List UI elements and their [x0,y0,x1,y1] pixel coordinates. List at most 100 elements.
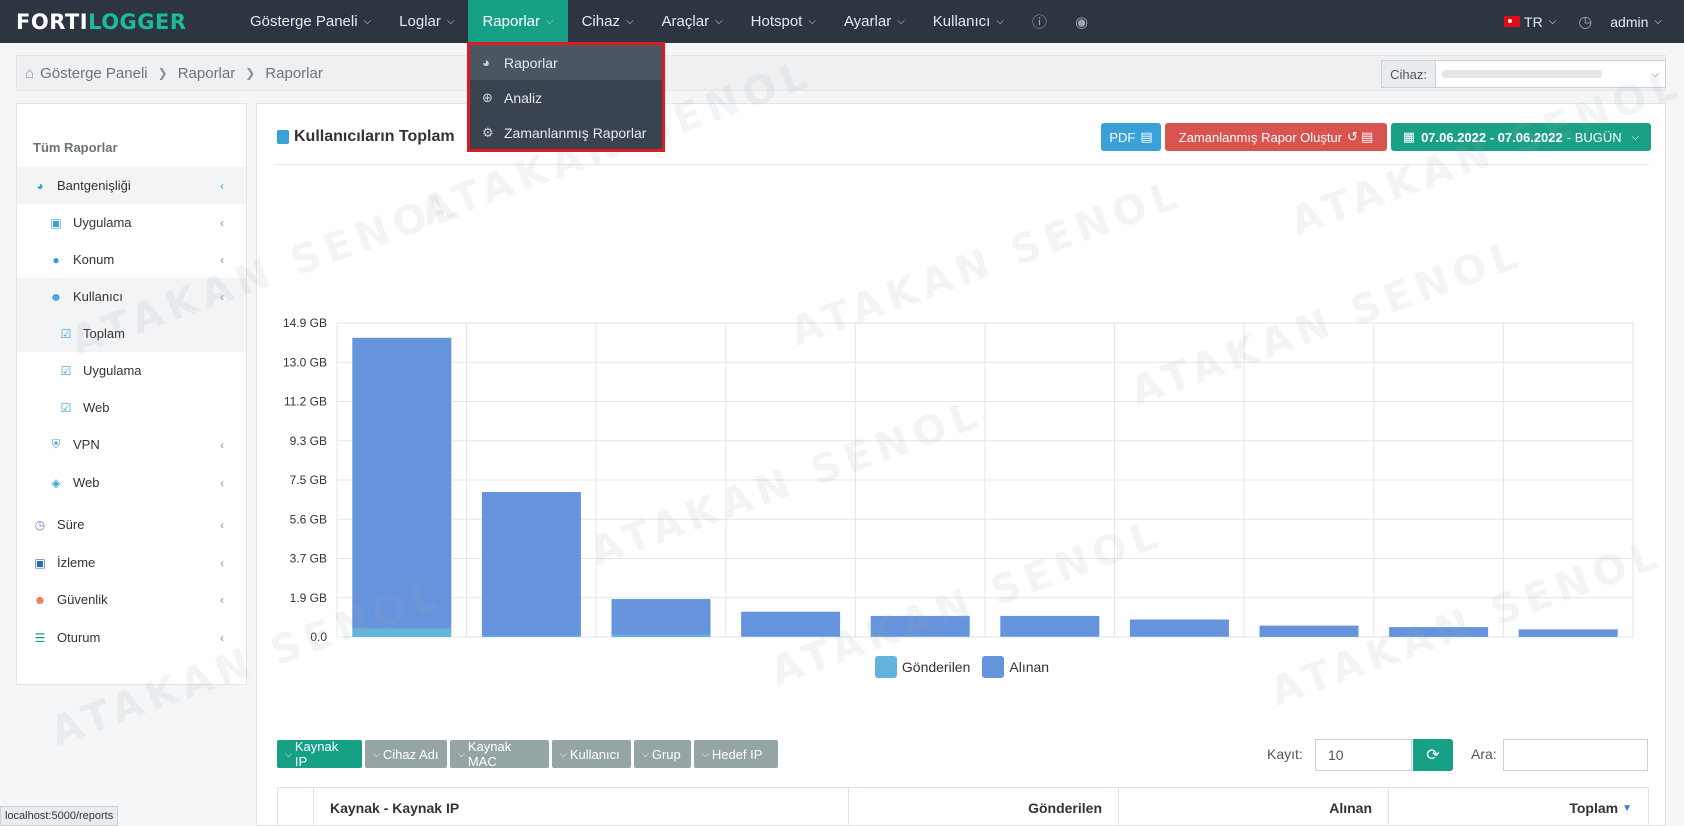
refresh-icon: ⟳ [1426,747,1440,764]
bar-sent [481,635,581,637]
eye-icon[interactable]: ◉ [1061,0,1102,43]
date-range-button[interactable]: ▦ 07.06.2022 - 07.06.2022 - BUGÜN ⌵ [1391,123,1651,151]
sidebar-item-security[interactable]: ☻ Güvenlik ‹ [17,581,246,618]
divider [275,164,1649,165]
sidebar-item-user[interactable]: ☻ Kullanıcı ‹ [17,278,246,315]
nav-dashboard[interactable]: Gösterge Paneli ⌵ [236,0,385,43]
chevron-down-icon: ⌵ [642,748,649,759]
globe-icon: ◈ [51,475,61,490]
y-tick-label: 5.6 GB [290,512,327,526]
chevron-down-icon: ⌵ [1548,16,1557,27]
sidebar-item-application[interactable]: ▣ Uygulama ‹ [17,204,246,241]
filter-group-button[interactable]: ⌵ Grup [634,740,691,768]
chevron-down-icon: ⌵ [285,748,292,759]
chevron-down-icon: ⌵ [1631,131,1640,143]
layers-icon: ☰ [34,630,46,645]
chevron-down-icon: ⌵ [373,748,380,759]
search-input[interactable] [1503,739,1648,771]
nav-tools[interactable]: Araçlar ⌵ [648,0,737,43]
bandwidth-bar-chart: 0.0 1.9 GB 3.7 GB 5.6 GB 7.5 GB 9.3 GB 11.2 GB… [283,316,1634,644]
breadcrumb-item[interactable]: Raporlar [178,65,236,82]
y-tick-label: 13.0 GB [283,355,327,369]
bar-received [1518,629,1618,637]
clipboard-check-icon: ☑ [60,400,72,415]
chevron-down-icon: ⌵ [897,16,905,27]
legend-swatch [874,656,897,678]
chevron-down-icon: ⌵ [996,16,1004,27]
filter-dest-ip-button[interactable]: ⌵ Hedef IP [694,740,778,768]
refresh-button[interactable]: ⟳ [1413,739,1453,771]
chevron-down-icon: ⌵ [715,16,723,27]
file-pdf-icon: ▤ [1140,129,1153,144]
bar-received [611,599,711,635]
nav-hotspot[interactable]: Hotspot ⌵ [737,0,830,43]
bar-received [741,611,841,637]
chevron-left-icon: ‹ [220,437,224,452]
sidebar-item-web[interactable]: ◈ Web ‹ [17,464,246,501]
sidebar-item-monitoring[interactable]: ▣ İzleme ‹ [17,544,246,581]
monitor-icon: ▣ [34,555,46,570]
sidebar-item-vpn[interactable]: ⛨ VPN ‹ [17,426,246,463]
nav-logs[interactable]: Loglar ⌵ [385,0,468,43]
blurred-device-name [1442,70,1602,78]
bar-sent [870,636,970,637]
chevron-left-icon: ‹ [220,555,224,570]
language-selector[interactable]: TR ⌵ [1504,14,1556,30]
chevron-left-icon: ‹ [220,178,224,193]
sidebar-item-user-web[interactable]: ☑ Web [17,389,246,426]
filter-user-button[interactable]: ⌵ Kullanıcı [552,740,631,768]
map-marker-icon: ● [52,252,60,267]
sidebar-item-user-application[interactable]: ☑ Uygulama [17,352,246,389]
main-nav: Gösterge Paneli ⌵ Loglar ⌵ Raporlar ⌵ Cihaz… [236,0,1102,43]
y-tick-label: 3.7 GB [290,552,327,566]
clock-icon[interactable]: ◷ [1578,12,1592,32]
calendar-icon: ▦ [1402,129,1416,144]
filter-device-name-button[interactable]: ⌵ Cihaz Adı [365,740,447,768]
y-tick-label: 9.3 GB [290,434,327,448]
y-tick-label: 0.0 [310,630,327,644]
clipboard-check-icon: ☑ [60,363,72,378]
nav-settings[interactable]: Ayarlar ⌵ [830,0,919,43]
chevron-left-icon: ‹ [220,592,224,607]
chevron-down-icon: ⌵ [1651,68,1659,80]
schedule-report-button[interactable]: Zamanlanmış Rapor Oluştur ↺ ▤ [1165,123,1387,151]
reports-dropdown: ◕ Raporlar ⊕ Analiz ⚙ Zamanlanmış Raporlar [467,42,665,152]
info-icon[interactable]: ⓘ [1018,0,1061,43]
chevron-left-icon: ‹ [220,215,224,230]
chevron-left-icon: ‹ [220,289,224,304]
dropdown-item-analysis[interactable]: ⊕ Analiz [470,80,662,115]
shield-icon: ⛨ [51,437,61,451]
nav-reports[interactable]: Raporlar ⌵ [468,0,568,43]
filter-source-mac-button[interactable]: ⌵ Kaynak MAC [450,739,549,769]
sidebar-item-total[interactable]: ☑ Toplam [17,315,246,352]
column-sent[interactable]: Gönderilen [849,788,1119,826]
app-logo[interactable]: FORTILOGGER [16,10,236,34]
sidebar-heading: Tüm Raporlar [33,140,118,155]
page-size-input[interactable]: 10 [1315,739,1412,771]
dropdown-item-scheduled[interactable]: ⚙ Zamanlanmış Raporlar [470,115,662,150]
column-received[interactable]: Alınan [1119,788,1389,826]
nav-device[interactable]: Cihaz ⌵ [568,0,648,43]
sort-desc-icon: ▼ [1622,802,1632,814]
sidebar-item-bandwidth[interactable]: ◕ Bantgenişliği ‹ [17,167,246,204]
filter-source-ip-button[interactable]: ⌵ Kaynak IP [277,739,362,769]
column-total[interactable]: Toplam ▼ [1389,788,1648,826]
user-menu[interactable]: admin ⌵ [1610,14,1662,30]
column-source-ip[interactable]: Kaynak - Kaynak IP [314,788,849,826]
legend-item-sent[interactable]: Gönderilen [874,656,970,678]
sidebar-item-session[interactable]: ☰ Oturum ‹ [17,619,246,656]
gauge-icon: ◕ [482,55,490,70]
device-select[interactable]: ⌵ [1436,60,1666,88]
device-selector[interactable]: Cihaz: ⌵ [1381,60,1666,88]
dropdown-item-reports[interactable]: ◕ Raporlar [470,45,662,80]
sidebar-item-location[interactable]: ● Konum ‹ [17,241,246,278]
pdf-button[interactable]: PDF ▤ [1101,123,1161,151]
history-icon: ↺ [1347,129,1358,144]
legend-item-received[interactable]: Alınan [982,656,1049,678]
chevron-left-icon: ‹ [220,517,224,532]
gauge-icon: ◕ [36,178,44,193]
clipboard-check-icon: ☑ [60,326,72,341]
breadcrumb-item[interactable]: Gösterge Paneli [40,65,148,82]
nav-user[interactable]: Kullanıcı ⌵ [919,0,1018,43]
sidebar-item-duration[interactable]: ◷ Süre ‹ [17,506,246,543]
